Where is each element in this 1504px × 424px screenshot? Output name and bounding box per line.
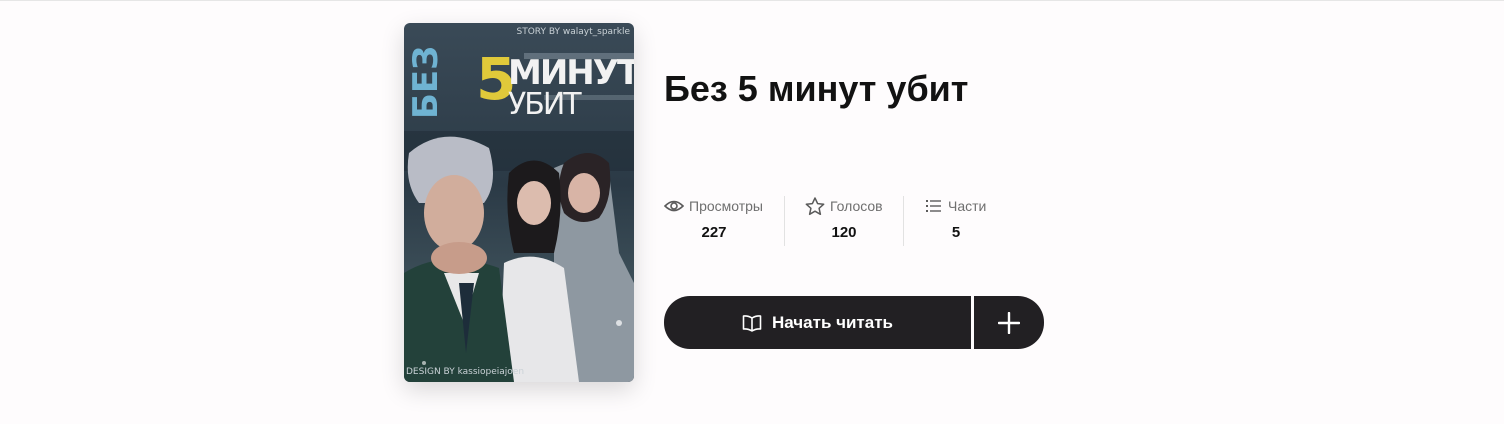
- stat-views-label: Просмотры: [689, 198, 763, 214]
- plus-icon: [998, 311, 1020, 334]
- open-book-icon: [742, 314, 762, 332]
- stat-views: Просмотры 227: [664, 196, 764, 246]
- top-divider: [0, 0, 1504, 1]
- book-cover[interactable]: БЕЗ 5 МИНУТ УБИТ STORY BY walayt_sparkle…: [404, 23, 634, 382]
- start-reading-button[interactable]: Начать читать: [664, 296, 971, 349]
- stat-parts-value: 5: [951, 224, 961, 241]
- stat-views-value: 227: [701, 224, 727, 241]
- eye-icon: [664, 198, 684, 214]
- stat-votes-value: 120: [831, 224, 857, 241]
- start-reading-label: Начать читать: [771, 312, 893, 332]
- star-icon: [805, 196, 825, 216]
- stat-votes-label: Голосов: [830, 198, 883, 214]
- add-to-library-button[interactable]: [974, 296, 1044, 349]
- list-icon: [925, 198, 943, 214]
- stat-parts-label: Части: [948, 198, 987, 214]
- book-title: Без 5 минут убит: [664, 68, 969, 109]
- stat-divider: [903, 196, 904, 246]
- stat-divider: [784, 196, 785, 246]
- cover-artwork: [404, 53, 634, 382]
- stat-parts: Части 5: [925, 196, 987, 246]
- stat-votes: Голосов 120: [805, 196, 883, 246]
